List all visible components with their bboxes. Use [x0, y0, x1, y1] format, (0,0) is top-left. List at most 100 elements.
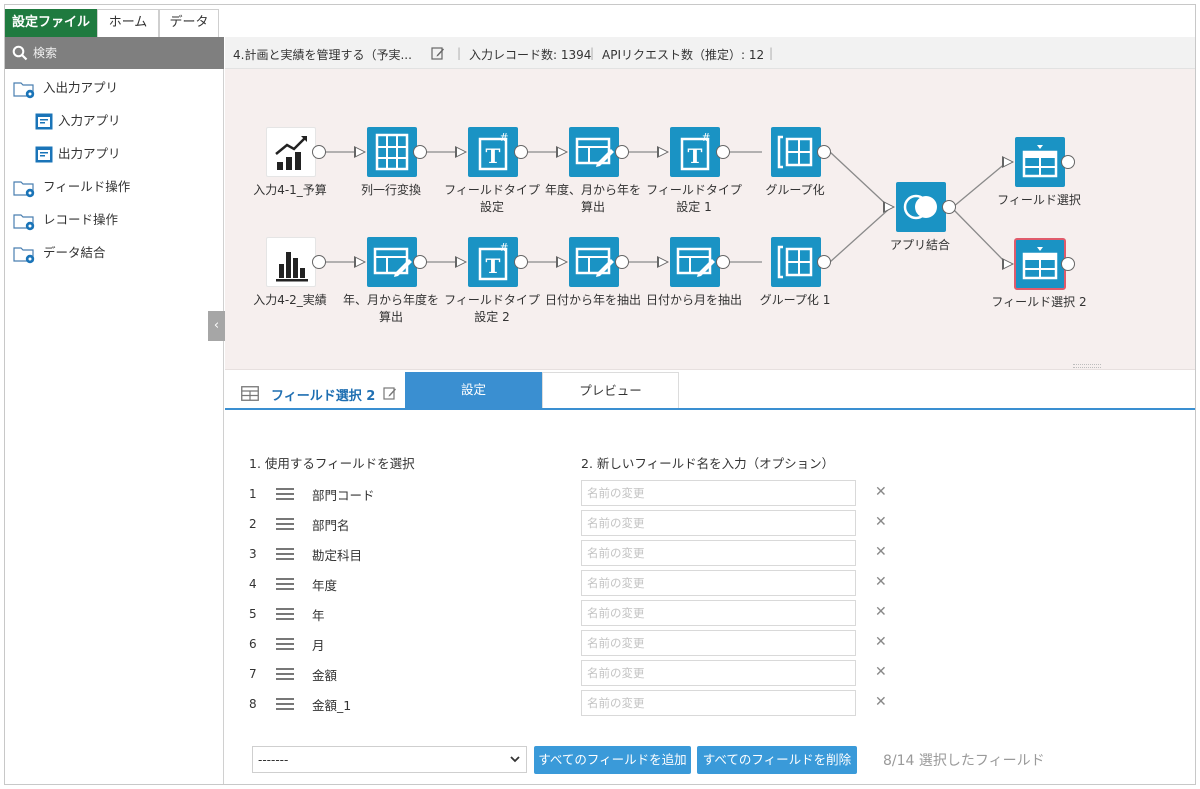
rename-input[interactable]	[581, 540, 856, 566]
row-number: 2	[249, 517, 257, 531]
remove-field-icon[interactable]: ✕	[875, 604, 887, 620]
input-port[interactable]	[556, 256, 568, 268]
sidebar-collapse-button[interactable]: ‹	[208, 311, 225, 341]
node-label: フィールド選択	[997, 193, 1081, 207]
field-name: 部門名	[312, 518, 350, 533]
row-number: 4	[249, 577, 257, 591]
input-port[interactable]	[883, 201, 895, 213]
output-port[interactable]	[514, 255, 528, 269]
rename-input[interactable]	[581, 630, 856, 656]
input-port[interactable]	[455, 256, 467, 268]
sidebar-item-data-join[interactable]: データ結合	[13, 240, 213, 266]
sidebar-item-label: 入出力アプリ	[43, 80, 119, 95]
svg-text:T: T	[486, 144, 501, 168]
sidebar-item-label: データ結合	[43, 245, 106, 260]
drag-handle-icon[interactable]	[276, 638, 294, 650]
search-input[interactable]	[33, 43, 218, 63]
output-port[interactable]	[817, 145, 831, 159]
folder-gear-icon	[13, 214, 35, 231]
rename-input[interactable]	[581, 510, 856, 536]
drag-handle-icon[interactable]	[276, 518, 294, 530]
sidebar-item-record-ops[interactable]: レコード操作	[13, 207, 213, 233]
output-port[interactable]	[514, 145, 528, 159]
grip-icon	[1073, 364, 1101, 368]
output-port[interactable]	[1061, 257, 1075, 271]
sidebar-item-io-apps[interactable]: 入出力アプリ	[13, 75, 213, 101]
output-port[interactable]	[942, 200, 956, 214]
remove-field-icon[interactable]: ✕	[875, 514, 887, 530]
node-label: 列一行変換	[360, 183, 421, 197]
drag-handle-icon[interactable]	[276, 488, 294, 500]
output-port[interactable]	[716, 255, 730, 269]
remove-field-icon[interactable]: ✕	[875, 664, 887, 680]
remove-field-icon[interactable]: ✕	[875, 544, 887, 560]
drag-handle-icon[interactable]	[276, 548, 294, 560]
sidebar-item-input-app[interactable]: 入力アプリ	[35, 108, 205, 134]
remove-field-icon[interactable]: ✕	[875, 694, 887, 710]
flow-canvas[interactable]: 入力4-1_予算 列一行変換 T# フィールドタイプ設定 年度、月から年を算出	[225, 69, 1195, 366]
remove-field-icon[interactable]: ✕	[875, 574, 887, 590]
node-label: フィールドタイプ設定 1	[646, 183, 742, 214]
calc-edit-icon	[373, 247, 412, 277]
panel-resize-handle[interactable]	[225, 361, 1195, 370]
field-add-select[interactable]: -------	[252, 746, 527, 773]
table-select-icon	[1022, 145, 1058, 178]
tab-settings-file[interactable]: 設定ファイル	[5, 9, 97, 37]
tab-settings[interactable]: 設定	[405, 372, 542, 408]
output-port[interactable]	[312, 255, 326, 269]
chevron-down-icon	[510, 756, 520, 763]
rename-input[interactable]	[581, 570, 856, 596]
input-port[interactable]	[657, 146, 669, 158]
output-port[interactable]	[615, 255, 629, 269]
selected-field-count: 8/14 選択したフィールド	[883, 753, 1045, 769]
panel-title: フィールド選択 2	[271, 389, 376, 404]
field-name: 金額	[312, 668, 338, 683]
remove-field-icon[interactable]: ✕	[875, 484, 887, 500]
input-port[interactable]	[1002, 156, 1014, 168]
remove-all-fields-button[interactable]: すべてのフィールドを削除	[697, 746, 857, 774]
divider: |	[769, 46, 774, 60]
node-label: アプリ結合	[889, 238, 950, 252]
input-port[interactable]	[657, 256, 669, 268]
drag-handle-icon[interactable]	[276, 668, 294, 680]
input-port[interactable]	[1002, 258, 1014, 270]
flow-info-bar: 4.計画と実績を管理する（予実... | 入力レコード数: 1394 | API…	[225, 37, 1195, 69]
svg-text:T: T	[486, 254, 501, 278]
field-type-icon: T#	[478, 131, 509, 171]
tab-home[interactable]: ホーム	[97, 9, 159, 37]
row-number: 7	[249, 667, 257, 681]
tab-data[interactable]: データ	[159, 9, 219, 37]
rename-input[interactable]	[581, 480, 856, 506]
rename-input[interactable]	[581, 600, 856, 626]
sidebar-item-field-ops[interactable]: フィールド操作	[13, 174, 213, 200]
output-port[interactable]	[817, 255, 831, 269]
row-number: 3	[249, 547, 257, 561]
group-icon	[777, 135, 813, 169]
remove-field-icon[interactable]: ✕	[875, 634, 887, 650]
drag-handle-icon[interactable]	[276, 608, 294, 620]
output-port[interactable]	[413, 145, 427, 159]
output-port[interactable]	[1061, 155, 1075, 169]
folder-gear-icon	[13, 82, 35, 99]
node-label: グループ化 1	[759, 293, 831, 307]
add-all-fields-button[interactable]: すべてのフィールドを追加	[534, 746, 691, 774]
output-port[interactable]	[716, 145, 730, 159]
svg-text:T: T	[688, 144, 703, 168]
input-port[interactable]	[556, 146, 568, 158]
input-port[interactable]	[354, 256, 366, 268]
input-port[interactable]	[354, 146, 366, 158]
field-row: 3 勘定科目 ✕	[225, 538, 1195, 568]
input-port[interactable]	[455, 146, 467, 158]
field-row: 2 部門名 ✕	[225, 508, 1195, 538]
drag-handle-icon[interactable]	[276, 578, 294, 590]
output-port[interactable]	[312, 145, 326, 159]
edit-icon[interactable]	[383, 386, 397, 400]
edit-icon[interactable]	[431, 46, 445, 60]
tab-preview[interactable]: プレビュー	[542, 372, 679, 408]
rename-input[interactable]	[581, 660, 856, 686]
output-port[interactable]	[413, 255, 427, 269]
drag-handle-icon[interactable]	[276, 698, 294, 710]
rename-input[interactable]	[581, 690, 856, 716]
output-port[interactable]	[615, 145, 629, 159]
sidebar-item-output-app[interactable]: 出力アプリ	[35, 141, 205, 167]
